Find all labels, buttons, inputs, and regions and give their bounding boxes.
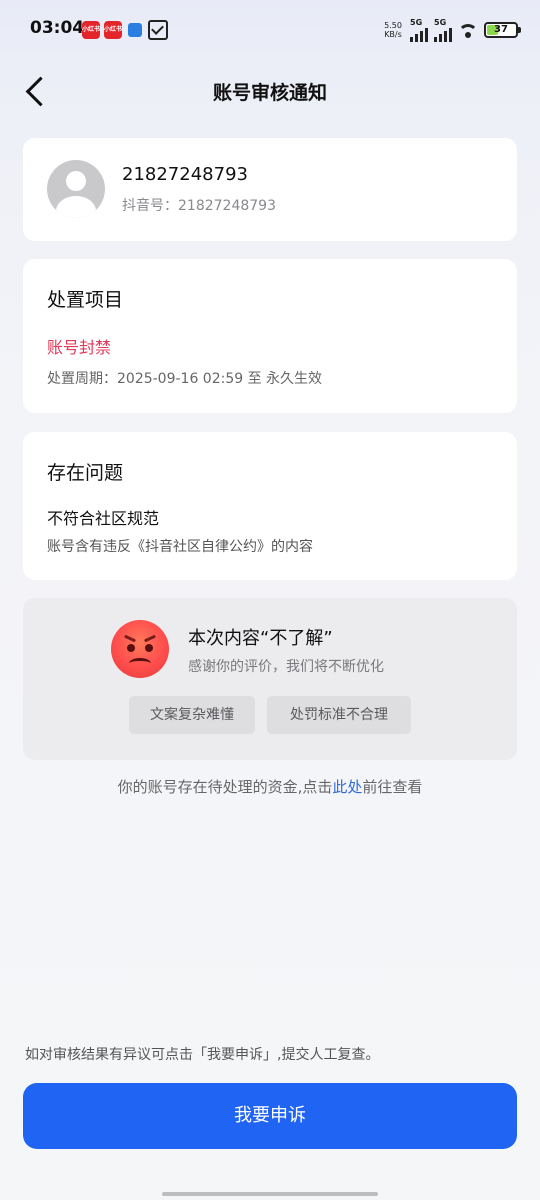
xiaohongshu-icon: 小红书: [82, 21, 100, 39]
issue-card: 存在问题 不符合社区规范 账号含有违反《抖音社区自律公约》的内容: [23, 432, 517, 580]
network-speed-value: 5.50: [384, 21, 402, 30]
funds-notice-prefix: 你的账号存在待处理的资金,点击: [117, 778, 333, 796]
home-indicator[interactable]: [162, 1192, 378, 1196]
network-speed-unit: KB/s: [384, 30, 402, 39]
appeal-hint: 如对审核结果有异议可点击「我要申诉」,提交人工复查。: [25, 1047, 380, 1063]
douyin-id: 抖音号：21827248793: [122, 198, 276, 214]
signal-label: 5G: [410, 18, 423, 27]
funds-notice: 你的账号存在待处理的资金,点击此处前往查看: [0, 776, 540, 797]
battery-level: 37: [494, 24, 508, 35]
feedback-option-complex-copy[interactable]: 文案复杂难懂: [129, 696, 255, 734]
feedback-title: 本次内容“不了解”: [188, 628, 333, 649]
xiaohongshu-icon: 小红书: [104, 21, 122, 39]
angry-face-icon: [111, 620, 169, 678]
signal-icon: 5G: [434, 18, 452, 42]
feedback-panel: 本次内容“不了解” 感谢你的评价，我们将不断优化 文案复杂难懂 处罚标准不合理: [23, 598, 517, 760]
mail-icon: [148, 20, 168, 40]
avatar: [47, 160, 105, 218]
action-card: 处置项目 账号封禁 处置周期：2025-09-16 02:59 至 永久生效: [23, 259, 517, 413]
issue-card-title: 存在问题: [47, 462, 124, 484]
app-notification-icon: [128, 23, 142, 37]
network-speed: 5.50 KB/s: [382, 21, 404, 39]
action-type: 账号封禁: [47, 338, 112, 357]
page-title: 账号审核通知: [212, 82, 327, 104]
signal-label: 5G: [434, 18, 447, 27]
appeal-button[interactable]: 我要申诉: [23, 1083, 517, 1149]
header: 账号审核通知: [0, 62, 540, 118]
system-icons: 5.50 KB/s 5G 5G 37: [382, 18, 521, 42]
signal-icon: 5G: [410, 18, 428, 42]
issue-main: 不符合社区规范: [47, 509, 160, 528]
notification-icons: 小红书 小红书: [82, 20, 168, 40]
funds-notice-suffix: 前往查看: [362, 778, 423, 796]
battery-icon: 37: [484, 22, 521, 38]
action-period: 处置周期：2025-09-16 02:59 至 永久生效: [47, 371, 323, 387]
feedback-subtitle: 感谢你的评价，我们将不断优化: [188, 659, 384, 675]
wifi-icon: [458, 22, 478, 38]
status-bar: 03:04 小红书 小红书 5.50 KB/s 5G 5G 37: [0, 0, 540, 60]
issue-description: 账号含有违反《抖音社区自律公约》的内容: [47, 539, 313, 555]
action-card-title: 处置项目: [47, 289, 124, 311]
funds-link[interactable]: 此处: [332, 778, 362, 796]
account-card: 21827248793 抖音号：21827248793: [23, 138, 517, 241]
feedback-option-unfair-penalty[interactable]: 处罚标准不合理: [267, 696, 411, 734]
status-time: 03:04: [30, 18, 85, 38]
account-name: 21827248793: [122, 164, 248, 185]
